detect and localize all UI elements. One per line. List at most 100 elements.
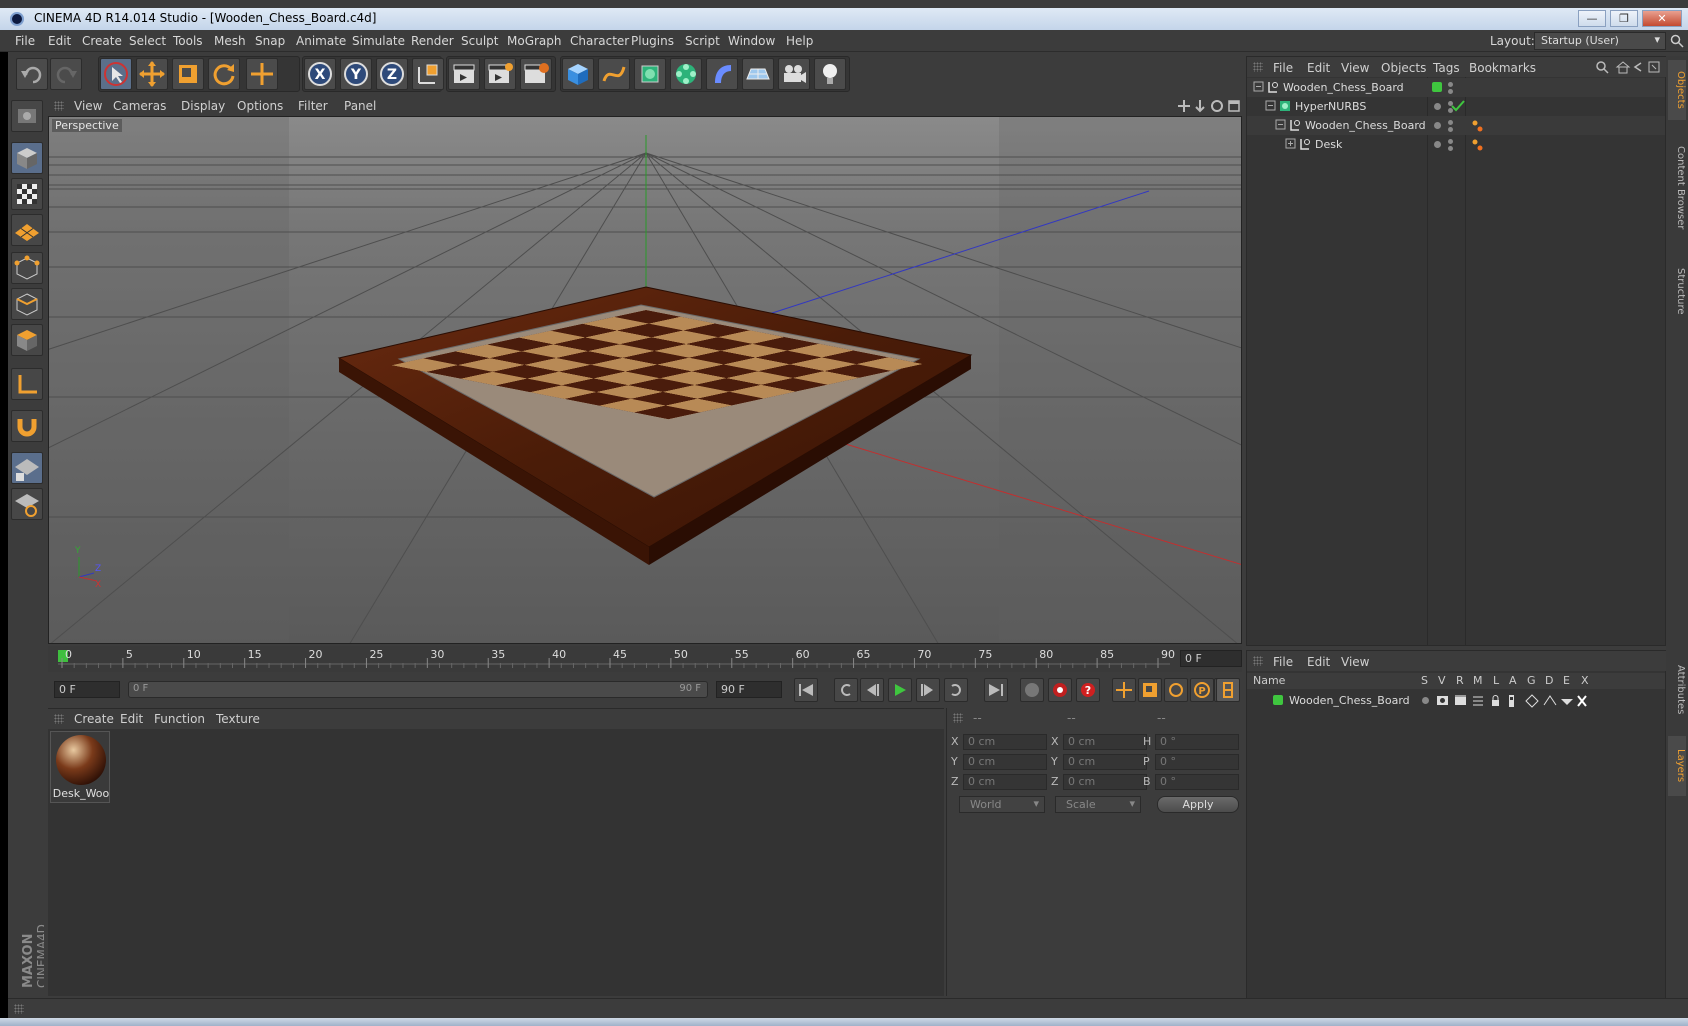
view-toggle-icon[interactable] [1437, 696, 1448, 705]
minimize-button[interactable]: — [1578, 10, 1606, 27]
menu-create[interactable]: Create [82, 34, 122, 48]
pos-y-field[interactable]: 0 cm [963, 754, 1047, 770]
material-tag-icon[interactable] [1471, 119, 1485, 133]
apply-button[interactable]: Apply [1157, 796, 1239, 813]
light-button[interactable] [814, 58, 846, 90]
viewport-menu-panel[interactable]: Panel [344, 99, 376, 113]
texture-mode-button[interactable] [11, 178, 43, 210]
new-window-icon[interactable] [1648, 61, 1660, 73]
rot-h-field[interactable]: 0 ° [1155, 734, 1239, 750]
previous-key-button[interactable] [834, 678, 858, 702]
layer-col-name[interactable]: Name [1253, 674, 1285, 687]
layer-col-xref[interactable]: X [1581, 674, 1589, 687]
spline-button[interactable] [598, 58, 630, 90]
home-icon[interactable] [1615, 61, 1631, 74]
collapse-icon[interactable] [1275, 119, 1287, 131]
object-manager-grip[interactable] [1253, 62, 1263, 72]
close-button[interactable]: ✕ [1642, 10, 1682, 27]
start-frame-field[interactable]: 0 F [54, 681, 120, 698]
undo-button[interactable] [16, 58, 48, 90]
lock-toggle-icon[interactable] [1492, 695, 1499, 707]
layer-col-deformers[interactable]: D [1545, 674, 1553, 687]
key-position-button[interactable] [1112, 678, 1136, 702]
rotate-view-icon[interactable] [1211, 100, 1223, 112]
layout-dropdown[interactable]: Startup (User) [1534, 32, 1666, 50]
nurbs-button[interactable] [634, 58, 666, 90]
menu-character[interactable]: Character [570, 34, 629, 48]
layer-manager-grip[interactable] [1253, 656, 1263, 666]
array-button[interactable] [670, 58, 702, 90]
deformer-button[interactable] [706, 58, 738, 90]
menu-tools[interactable]: Tools [173, 34, 203, 48]
material-tag-icon[interactable] [1471, 138, 1485, 152]
snapping-button[interactable] [11, 410, 43, 442]
menu-mograph[interactable]: MoGraph [507, 34, 562, 48]
key-parameter-button[interactable]: P [1190, 678, 1214, 702]
key-rotation-button[interactable] [1164, 678, 1188, 702]
back-icon[interactable] [1633, 62, 1642, 72]
size-x-field[interactable]: 0 cm [1063, 734, 1147, 750]
planar-workplane-button[interactable] [11, 488, 43, 520]
size-y-field[interactable]: 0 cm [1063, 754, 1147, 770]
menu-simulate[interactable]: Simulate [352, 34, 405, 48]
expression-toggle-icon[interactable] [1561, 699, 1573, 705]
workplane-mode-button[interactable] [11, 214, 43, 246]
layer-row[interactable]: Wooden_Chess_Board [1247, 691, 1665, 710]
redo-button[interactable] [50, 58, 82, 90]
last-tool-button[interactable] [246, 58, 278, 90]
enabled-check-icon[interactable] [1451, 100, 1465, 112]
render-settings-button[interactable] [520, 58, 552, 90]
pan-view-icon[interactable] [1178, 100, 1190, 112]
zoom-view-icon[interactable] [1195, 100, 1205, 113]
axis-mode-button[interactable] [11, 368, 43, 400]
timeline-layout-button[interactable] [1216, 678, 1240, 702]
live-selection-button[interactable] [100, 58, 132, 90]
layer-col-expressions[interactable]: E [1563, 674, 1570, 687]
go-to-end-button[interactable] [984, 678, 1008, 702]
rot-b-field[interactable]: 0 ° [1155, 774, 1239, 790]
layer-color-indicator[interactable] [1432, 82, 1442, 92]
menu-window[interactable]: Window [728, 34, 775, 48]
z-axis-lock-button[interactable]: Z [376, 58, 408, 90]
collapse-icon[interactable] [1253, 81, 1265, 93]
manager-toggle-icon[interactable] [1473, 696, 1483, 706]
pos-x-field[interactable]: 0 cm [963, 734, 1047, 750]
menu-select[interactable]: Select [129, 34, 166, 48]
frame-range-slider[interactable]: 0 F 90 F [128, 681, 708, 698]
restore-button[interactable]: ❐ [1610, 10, 1638, 27]
viewport-menu-display[interactable]: Display [181, 99, 225, 113]
autokey-button[interactable] [1048, 678, 1072, 702]
edges-mode-button[interactable] [11, 288, 43, 320]
object-row[interactable]: Wooden_Chess_Board [1247, 78, 1665, 97]
lock-workplane-button[interactable] [11, 452, 43, 484]
object-search-icon[interactable] [1596, 61, 1609, 74]
timeline-ruler[interactable]: 0 5 10 15 20 25 30 35 40 45 50 55 60 65 70 75 80 85 90 0 F [48, 646, 1242, 672]
tab-attributes[interactable]: Attributes [1668, 650, 1686, 730]
material-menu-function[interactable]: Function [154, 712, 205, 726]
object-menu-objects[interactable]: Objects [1381, 61, 1426, 75]
layer-col-manager[interactable]: M [1473, 674, 1483, 687]
tab-layers[interactable]: Layers [1668, 736, 1686, 796]
render-picture-viewer-button[interactable] [484, 58, 516, 90]
visibility-editor-dot[interactable] [1448, 139, 1453, 144]
cube-primitive-button[interactable] [562, 58, 594, 90]
object-menu-edit[interactable]: Edit [1307, 61, 1330, 75]
search-icon[interactable] [1670, 34, 1684, 48]
layer-solo-toggle[interactable] [1422, 697, 1429, 704]
layer-menu-file[interactable]: File [1273, 655, 1293, 669]
layer-col-render[interactable]: R [1456, 674, 1464, 687]
menu-snap[interactable]: Snap [255, 34, 285, 48]
layer-col-solo[interactable]: S [1421, 674, 1428, 687]
deformer-toggle-icon[interactable] [1543, 695, 1557, 706]
menu-edit[interactable]: Edit [48, 34, 71, 48]
menu-animate[interactable]: Animate [296, 34, 346, 48]
visibility-render-dot[interactable] [1448, 127, 1453, 132]
maximize-view-icon[interactable] [1228, 100, 1240, 112]
material-grip[interactable] [54, 714, 64, 724]
object-row[interactable]: HyperNURBS [1247, 97, 1665, 116]
layer-menu-edit[interactable]: Edit [1307, 655, 1330, 669]
material-menu-texture[interactable]: Texture [216, 712, 260, 726]
object-row[interactable]: Wooden_Chess_Board [1247, 116, 1665, 135]
rotate-button[interactable] [208, 58, 240, 90]
end-frame-field[interactable]: 90 F [716, 681, 782, 698]
